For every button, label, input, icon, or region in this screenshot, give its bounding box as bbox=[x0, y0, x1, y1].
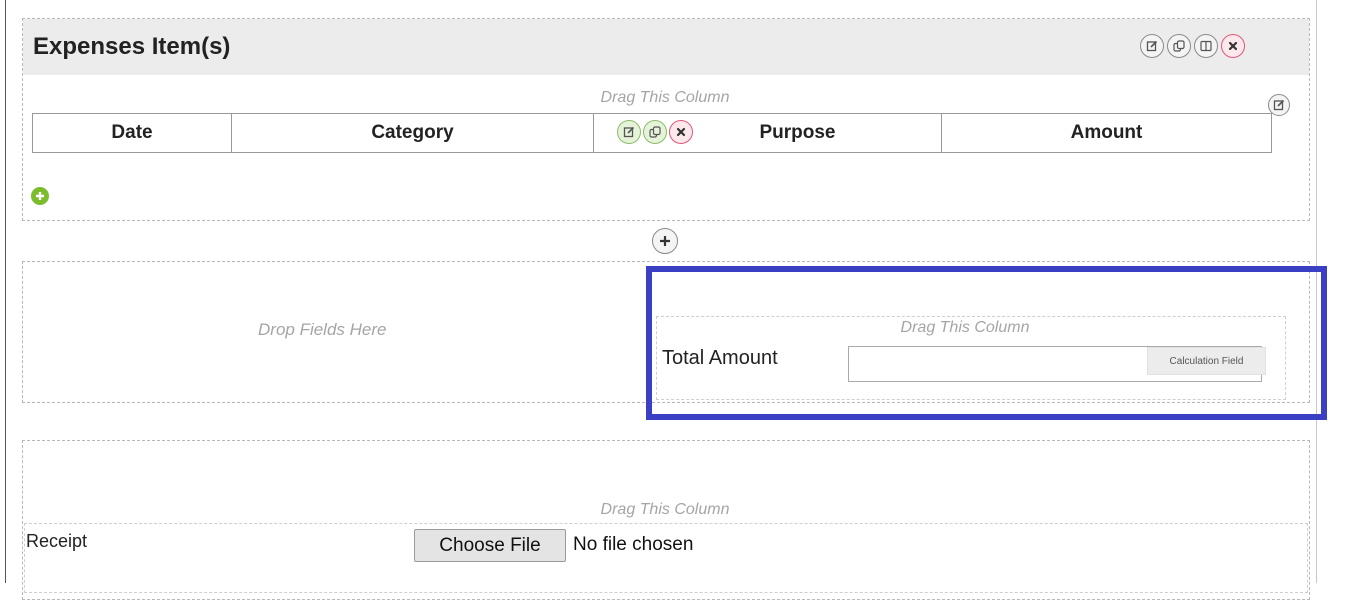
form-builder-canvas: { "section": { "title": "Expenses Item(s… bbox=[0, 0, 1349, 600]
column-delete-icon[interactable] bbox=[669, 120, 693, 144]
column-label: Purpose bbox=[759, 122, 836, 143]
receipt-label: Receipt bbox=[26, 531, 88, 551]
column-date[interactable]: Date bbox=[33, 114, 232, 152]
receipt-drag-label[interactable]: Drag This Column bbox=[520, 501, 810, 519]
close-icon[interactable] bbox=[1221, 34, 1245, 58]
column-label: Category bbox=[371, 122, 454, 143]
copy-icon[interactable] bbox=[1167, 34, 1191, 58]
column-label: Date bbox=[111, 122, 153, 143]
column-category[interactable]: Category bbox=[232, 114, 594, 152]
column-label: Amount bbox=[1070, 122, 1143, 143]
column-copy-icon[interactable] bbox=[643, 120, 667, 144]
highlight-box bbox=[646, 266, 1327, 420]
file-status-text: No file chosen bbox=[573, 534, 694, 555]
column-toolbar bbox=[617, 120, 693, 144]
edit-icon[interactable] bbox=[1140, 34, 1164, 58]
column-edit-icon[interactable] bbox=[617, 120, 641, 144]
grid-drag-label[interactable]: Drag This Column bbox=[520, 89, 810, 107]
add-row-icon[interactable] bbox=[31, 187, 49, 205]
add-section-icon[interactable] bbox=[652, 228, 678, 254]
column-amount[interactable]: Amount bbox=[942, 114, 1271, 152]
choose-file-button[interactable]: Choose File bbox=[414, 529, 566, 562]
drop-zone-label: Drop Fields Here bbox=[258, 320, 387, 339]
left-frame-border bbox=[5, 0, 6, 583]
section-title: Expenses Item(s) bbox=[33, 33, 231, 60]
section-toolbar bbox=[1140, 34, 1245, 58]
columns-icon[interactable] bbox=[1194, 34, 1218, 58]
